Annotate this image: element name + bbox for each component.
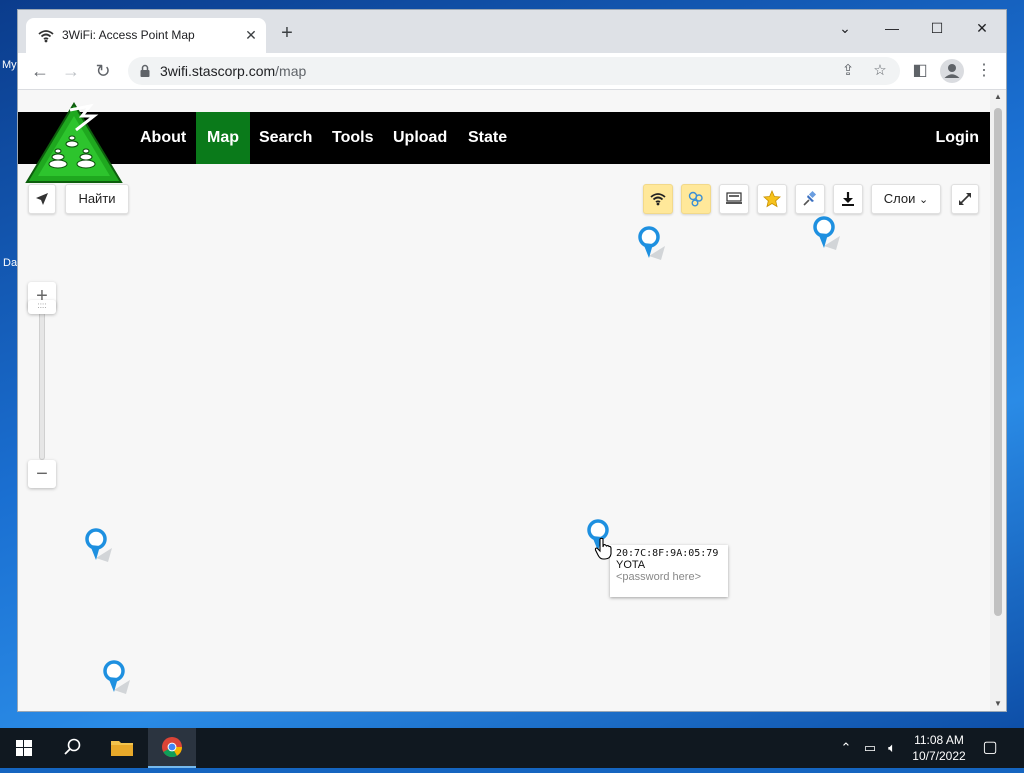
file-explorer-button[interactable] [98,728,146,768]
login-link[interactable]: Login [935,112,979,164]
zoom-slider-handle[interactable]: :::: [28,300,56,314]
close-window-icon[interactable]: ✕ [970,18,994,38]
network-card-button[interactable] [719,184,749,214]
tray-chevron-up-icon[interactable]: ⌃ [838,740,854,756]
wifi-icon [650,193,666,206]
layers-dropdown[interactable]: Слои ⌄ [871,184,941,214]
network-icon[interactable]: ▭ [862,740,878,756]
clusters-button[interactable] [681,184,711,214]
chrome-icon [162,737,183,758]
taskbar: ⌃ ▭ 🔈︎ 11:08 AM 10/7/2022 ▢ [0,728,1024,768]
site-navbar: About Map Search Tools Upload State Logi… [18,112,990,164]
person-icon [944,64,960,78]
folder-icon [111,741,133,756]
notifications-icon[interactable]: ▢ [982,740,998,756]
find-button[interactable]: Найти [65,184,129,214]
back-icon[interactable]: ← [29,60,51,82]
start-button[interactable] [0,728,48,768]
forward-icon[interactable]: → [60,60,82,82]
wifi-layer-button[interactable] [643,184,673,214]
scroll-down-icon[interactable]: ▼ [990,697,1006,711]
scrollbar-thumb[interactable] [994,108,1002,616]
desktop-icon-label[interactable]: Da [3,257,17,269]
share-icon[interactable]: ⇪ [839,62,857,80]
tab-search-icon[interactable]: ⌄ [833,18,857,38]
browser-tab[interactable]: 3WiFi: Access Point Map ✕ [26,18,266,53]
map-pin-icon[interactable] [100,660,134,700]
wifi-favicon-icon [38,30,54,43]
tab-strip: 3WiFi: Access Point Map ✕ + ⌄ — ☐ ✕ [18,10,1006,53]
tab-title: 3WiFi: Access Point Map [62,28,195,42]
scroll-up-icon[interactable]: ▲ [990,90,1006,104]
desktop-icon-label[interactable]: My [2,59,17,71]
search-button[interactable] [48,728,96,768]
layers-label: Слои [883,191,916,206]
nav-upload[interactable]: Upload [382,112,458,164]
maximize-icon[interactable]: ☐ [925,18,949,38]
network-card-icon [726,192,742,204]
favorites-button[interactable] [757,184,787,214]
browser-toolbar: ← → ↻ 3wifi.stascorp.com/map ⇪ ☆ ◧ ⋮ [18,53,1006,89]
map-pin-icon[interactable] [82,528,116,568]
profile-avatar[interactable] [940,59,964,83]
pin-icon [803,190,817,206]
zoom-slider-track[interactable] [39,312,45,460]
3wifi-logo[interactable] [24,102,124,184]
side-panel-icon[interactable]: ◧ [909,60,931,82]
address-bar[interactable]: 3wifi.stascorp.com/map ⇪ ☆ [128,57,900,85]
browser-window: 3WiFi: Access Point Map ✕ + ⌄ — ☐ ✕ ← → … [18,10,1006,711]
tooltip-password: <password here> [616,571,701,583]
download-button[interactable] [833,184,863,214]
volume-icon[interactable]: 🔈︎ [884,740,900,756]
system-clock[interactable]: 11:08 AM 10/7/2022 [906,732,972,764]
menu-kebab-icon[interactable]: ⋮ [973,60,995,82]
lock-icon [140,64,150,77]
geolocate-button[interactable] [28,184,56,214]
search-icon [64,738,81,755]
pin-button[interactable] [795,184,825,214]
clock-time: 11:08 AM [914,733,964,747]
url-text: 3wifi.stascorp.com/map [160,63,307,79]
page-scrollbar[interactable]: ▲ ▼ [990,90,1006,711]
reload-icon[interactable]: ↻ [92,60,114,82]
chevron-down-icon: ⌄ [919,194,929,206]
download-icon [842,192,854,206]
minus-icon: − [36,463,48,485]
new-tab-icon[interactable]: + [277,23,297,44]
hand-cursor-icon [594,537,612,560]
nav-about[interactable]: About [129,112,197,164]
map-pin-icon[interactable] [635,226,669,266]
minimize-icon[interactable]: — [880,18,904,38]
map-pin-icon[interactable] [810,216,844,256]
chrome-taskbar-button[interactable] [148,728,196,768]
access-point-tooltip: 20:7C:8F:9A:05:79 YOTA <password here> [610,545,728,597]
nav-map[interactable]: Map [196,112,250,164]
fullscreen-button[interactable] [951,184,979,214]
bookmark-star-icon[interactable]: ☆ [871,62,889,80]
bubbles-icon [688,191,703,207]
tooltip-bssid: 20:7C:8F:9A:05:79 [616,548,719,559]
navigation-arrow-icon [36,193,48,205]
windows-logo-icon [16,740,32,756]
close-tab-icon[interactable]: ✕ [242,26,260,44]
clock-date: 10/7/2022 [912,749,966,763]
map-page[interactable]: About Map Search Tools Upload State Logi… [18,90,990,711]
nav-tools[interactable]: Tools [321,112,384,164]
nav-state[interactable]: State [457,112,518,164]
tooltip-ssid: YOTA [616,559,646,571]
star-icon [763,189,781,208]
expand-icon [959,193,971,205]
nav-search[interactable]: Search [248,112,323,164]
zoom-out-button[interactable]: − [28,460,56,488]
